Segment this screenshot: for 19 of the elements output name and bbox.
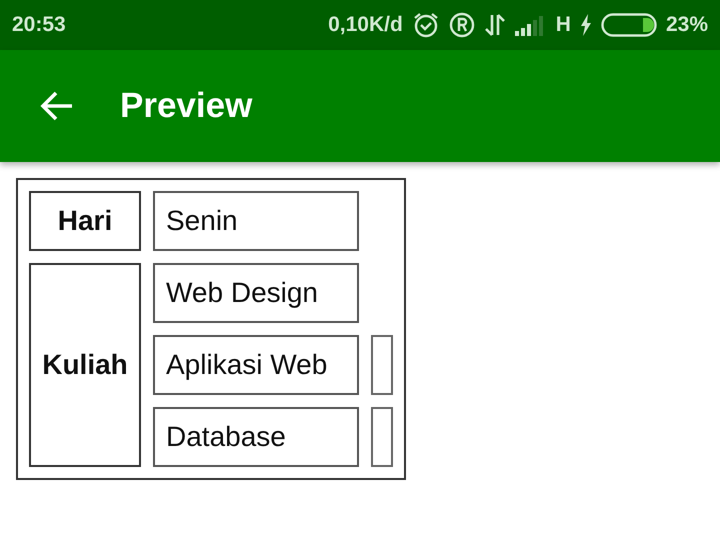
battery-icon (600, 13, 657, 37)
back-arrow-icon[interactable] (40, 91, 74, 121)
table-cell: Aplikasi Web (153, 335, 359, 395)
lightning-icon (580, 14, 592, 36)
data-arrows-icon (484, 13, 506, 37)
registered-icon (448, 12, 475, 38)
network-speed: 0,10K/d (328, 13, 403, 37)
battery-percent: 23% (666, 13, 708, 37)
screen-title: Preview (120, 86, 252, 126)
table-header-cell: Kuliah (29, 263, 141, 467)
table-header-cell: Hari (29, 191, 141, 251)
clock: 20:53 (12, 13, 66, 37)
table-cell: Senin (153, 191, 359, 251)
network-type: H (556, 13, 571, 37)
table-cell: Database (153, 407, 359, 467)
alarm-clock-icon (412, 12, 440, 38)
empty-table-cell (371, 407, 393, 467)
table-cell: Web Design (153, 263, 359, 323)
empty-table-cell (371, 335, 393, 395)
